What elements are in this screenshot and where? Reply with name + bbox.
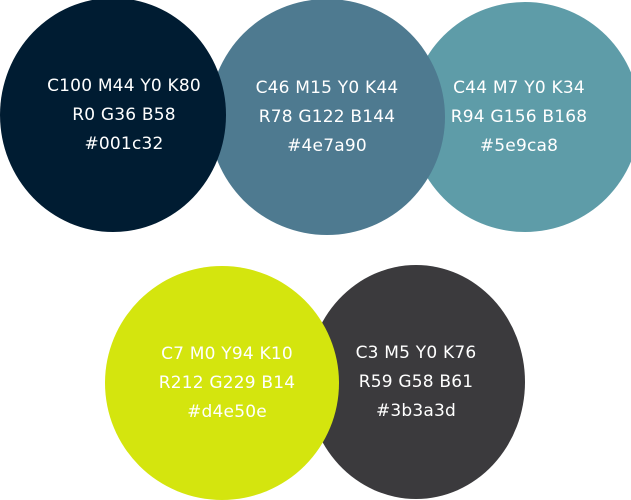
swatch-cmyk-label: C7 M0 Y94 K10 [161,343,293,364]
swatch-rgb-label: R78 G122 B144 [258,106,396,127]
swatch-cmyk-label: C3 M5 Y0 K76 [355,342,477,363]
swatch-hex-label: #3b3a3d [375,400,457,421]
color-swatch-lime: C7 M0 Y94 K10 R212 G229 B14 #d4e50e [105,266,339,500]
swatch-hex-label: #4e7a90 [287,135,367,156]
color-swatch-charcoal: C3 M5 Y0 K76 R59 G58 B61 #3b3a3d [307,265,525,499]
swatch-rgb-label: R94 G156 B168 [450,106,588,127]
swatch-rgb-label: R59 G58 B61 [358,371,474,392]
swatch-rgb-label: R212 G229 B14 [158,372,296,393]
swatch-cmyk-label: C46 M15 Y0 K44 [255,77,399,98]
swatch-cmyk-label: C100 M44 Y0 K80 [47,75,201,96]
color-swatch-navy: C100 M44 Y0 K80 R0 G36 B58 #001c32 [0,0,226,232]
color-swatch-steel-blue: C46 M15 Y0 K44 R78 G122 B144 #4e7a90 [209,0,445,235]
swatch-hex-label: #5e9ca8 [479,135,559,156]
swatch-hex-label: #001c32 [84,133,164,154]
swatch-hex-label: #d4e50e [187,401,267,422]
swatch-cmyk-label: C44 M7 Y0 K34 [453,77,585,98]
swatch-rgb-label: R0 G36 B58 [72,104,176,125]
